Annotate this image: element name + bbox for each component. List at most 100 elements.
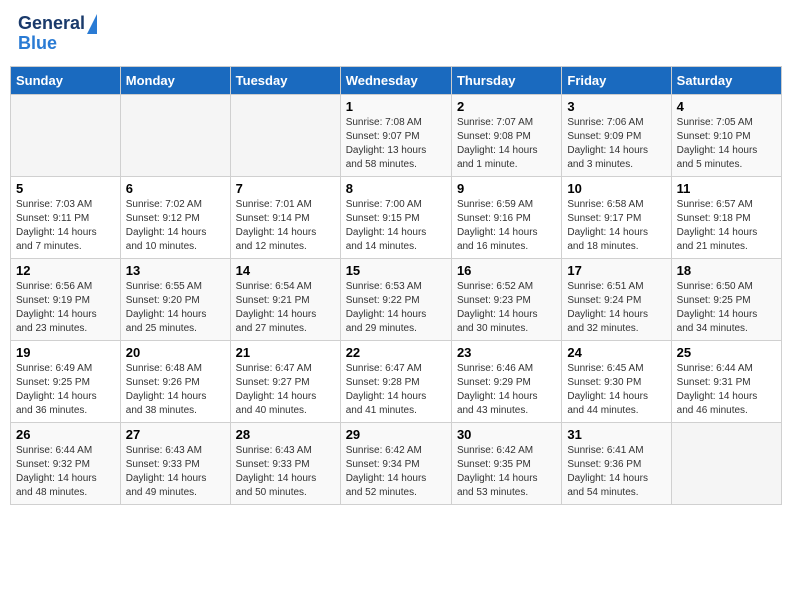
logo: General Blue (18, 14, 97, 54)
day-info: Sunrise: 6:53 AM Sunset: 9:22 PM Dayligh… (346, 280, 446, 336)
day-header-tuesday: Tuesday (230, 66, 340, 94)
calendar-cell: 23 Sunrise: 6:46 AM Sunset: 9:29 PM Dayli… (451, 340, 561, 422)
day-number: 21 (236, 345, 335, 360)
day-info: Sunrise: 6:57 AM Sunset: 9:18 PM Dayligh… (677, 198, 776, 254)
calendar-cell (230, 94, 340, 176)
calendar-cell: 4 Sunrise: 7:05 AM Sunset: 9:10 PM Daylig… (671, 94, 781, 176)
day-number: 18 (677, 263, 776, 278)
calendar-header: SundayMondayTuesdayWednesdayThursdayFrid… (11, 66, 782, 94)
calendar-cell: 29Sunrise: 6:42 AM Sunset: 9:34 PM Dayli… (340, 422, 451, 504)
day-number: 24 (567, 345, 665, 360)
day-number: 15 (346, 263, 446, 278)
day-number: 30 (457, 427, 556, 442)
calendar-cell: 21 Sunrise: 6:47 AM Sunset: 9:27 PM Dayli… (230, 340, 340, 422)
calendar-cell: 20 Sunrise: 6:48 AM Sunset: 9:26 PM Dayli… (120, 340, 230, 422)
calendar-cell: 22Sunrise: 6:47 AM Sunset: 9:28 PM Dayli… (340, 340, 451, 422)
day-number: 10 (567, 181, 665, 196)
day-info: Sunrise: 7:02 AM Sunset: 9:12 PM Dayligh… (126, 198, 225, 254)
day-info: Sunrise: 6:58 AM Sunset: 9:17 PM Dayligh… (567, 198, 665, 254)
day-number: 28 (236, 427, 335, 442)
calendar-cell: 14 Sunrise: 6:54 AM Sunset: 9:21 PM Dayli… (230, 258, 340, 340)
day-number: 22 (346, 345, 446, 360)
calendar-cell: 28 Sunrise: 6:43 AM Sunset: 9:33 PM Dayli… (230, 422, 340, 504)
day-info: Sunrise: 7:05 AM Sunset: 9:10 PM Dayligh… (677, 116, 776, 172)
day-info: Sunrise: 6:43 AM Sunset: 9:33 PM Dayligh… (126, 444, 225, 500)
day-info: Sunrise: 6:50 AM Sunset: 9:25 PM Dayligh… (677, 280, 776, 336)
day-info: Sunrise: 7:01 AM Sunset: 9:14 PM Dayligh… (236, 198, 335, 254)
day-info: Sunrise: 7:00 AM Sunset: 9:15 PM Dayligh… (346, 198, 446, 254)
day-header-saturday: Saturday (671, 66, 781, 94)
week-row-1: 1Sunrise: 7:08 AM Sunset: 9:07 PM Daylig… (11, 94, 782, 176)
logo-text-general: General (18, 14, 85, 34)
day-number: 5 (16, 181, 115, 196)
day-info: Sunrise: 6:49 AM Sunset: 9:25 PM Dayligh… (16, 362, 115, 418)
day-info: Sunrise: 6:55 AM Sunset: 9:20 PM Dayligh… (126, 280, 225, 336)
calendar-cell: 16Sunrise: 6:52 AM Sunset: 9:23 PM Dayli… (451, 258, 561, 340)
day-number: 25 (677, 345, 776, 360)
week-row-5: 26 Sunrise: 6:44 AM Sunset: 9:32 PM Dayli… (11, 422, 782, 504)
day-number: 9 (457, 181, 556, 196)
calendar-cell: 7 Sunrise: 7:01 AM Sunset: 9:14 PM Daylig… (230, 176, 340, 258)
day-info: Sunrise: 6:43 AM Sunset: 9:33 PM Dayligh… (236, 444, 335, 500)
calendar-cell: 12 Sunrise: 6:56 AM Sunset: 9:19 PM Dayli… (11, 258, 121, 340)
day-number: 2 (457, 99, 556, 114)
calendar-cell (120, 94, 230, 176)
calendar-cell: 27 Sunrise: 6:43 AM Sunset: 9:33 PM Dayli… (120, 422, 230, 504)
day-info: Sunrise: 6:48 AM Sunset: 9:26 PM Dayligh… (126, 362, 225, 418)
day-number: 7 (236, 181, 335, 196)
day-info: Sunrise: 6:51 AM Sunset: 9:24 PM Dayligh… (567, 280, 665, 336)
day-info: Sunrise: 6:52 AM Sunset: 9:23 PM Dayligh… (457, 280, 556, 336)
calendar-cell: 8Sunrise: 7:00 AM Sunset: 9:15 PM Daylig… (340, 176, 451, 258)
day-info: Sunrise: 6:44 AM Sunset: 9:32 PM Dayligh… (16, 444, 115, 500)
day-info: Sunrise: 6:45 AM Sunset: 9:30 PM Dayligh… (567, 362, 665, 418)
day-info: Sunrise: 6:56 AM Sunset: 9:19 PM Dayligh… (16, 280, 115, 336)
day-number: 6 (126, 181, 225, 196)
week-row-2: 5 Sunrise: 7:03 AM Sunset: 9:11 PM Daylig… (11, 176, 782, 258)
calendar-cell: 1Sunrise: 7:08 AM Sunset: 9:07 PM Daylig… (340, 94, 451, 176)
day-header-friday: Friday (562, 66, 671, 94)
day-number: 4 (677, 99, 776, 114)
day-info: Sunrise: 6:46 AM Sunset: 9:29 PM Dayligh… (457, 362, 556, 418)
week-row-4: 19 Sunrise: 6:49 AM Sunset: 9:25 PM Dayli… (11, 340, 782, 422)
calendar-cell: 31 Sunrise: 6:41 AM Sunset: 9:36 PM Dayli… (562, 422, 671, 504)
day-number: 11 (677, 181, 776, 196)
day-number: 3 (567, 99, 665, 114)
calendar-cell: 15 Sunrise: 6:53 AM Sunset: 9:22 PM Dayli… (340, 258, 451, 340)
logo-text-blue: Blue (18, 34, 57, 54)
day-number: 23 (457, 345, 556, 360)
day-header-wednesday: Wednesday (340, 66, 451, 94)
day-header-sunday: Sunday (11, 66, 121, 94)
day-number: 1 (346, 99, 446, 114)
day-info: Sunrise: 6:59 AM Sunset: 9:16 PM Dayligh… (457, 198, 556, 254)
day-info: Sunrise: 6:47 AM Sunset: 9:27 PM Dayligh… (236, 362, 335, 418)
day-number: 12 (16, 263, 115, 278)
logo-triangle-icon (87, 14, 97, 34)
calendar-body: 1Sunrise: 7:08 AM Sunset: 9:07 PM Daylig… (11, 94, 782, 504)
day-header-monday: Monday (120, 66, 230, 94)
day-number: 17 (567, 263, 665, 278)
day-number: 14 (236, 263, 335, 278)
calendar-table: SundayMondayTuesdayWednesdayThursdayFrid… (10, 66, 782, 505)
day-number: 13 (126, 263, 225, 278)
page-header: General Blue (10, 10, 782, 58)
day-info: Sunrise: 6:41 AM Sunset: 9:36 PM Dayligh… (567, 444, 665, 500)
day-info: Sunrise: 7:03 AM Sunset: 9:11 PM Dayligh… (16, 198, 115, 254)
calendar-cell: 11 Sunrise: 6:57 AM Sunset: 9:18 PM Dayli… (671, 176, 781, 258)
day-number: 20 (126, 345, 225, 360)
day-number: 31 (567, 427, 665, 442)
calendar-cell: 24 Sunrise: 6:45 AM Sunset: 9:30 PM Dayli… (562, 340, 671, 422)
day-info: Sunrise: 6:54 AM Sunset: 9:21 PM Dayligh… (236, 280, 335, 336)
day-number: 26 (16, 427, 115, 442)
calendar-cell: 2 Sunrise: 7:07 AM Sunset: 9:08 PM Daylig… (451, 94, 561, 176)
day-info: Sunrise: 7:07 AM Sunset: 9:08 PM Dayligh… (457, 116, 556, 172)
day-number: 29 (346, 427, 446, 442)
calendar-cell: 9 Sunrise: 6:59 AM Sunset: 9:16 PM Daylig… (451, 176, 561, 258)
day-info: Sunrise: 7:06 AM Sunset: 9:09 PM Dayligh… (567, 116, 665, 172)
calendar-cell: 30 Sunrise: 6:42 AM Sunset: 9:35 PM Dayli… (451, 422, 561, 504)
day-info: Sunrise: 6:42 AM Sunset: 9:35 PM Dayligh… (457, 444, 556, 500)
calendar-cell: 13 Sunrise: 6:55 AM Sunset: 9:20 PM Dayli… (120, 258, 230, 340)
calendar-cell: 26 Sunrise: 6:44 AM Sunset: 9:32 PM Dayli… (11, 422, 121, 504)
day-number: 19 (16, 345, 115, 360)
calendar-cell: 10 Sunrise: 6:58 AM Sunset: 9:17 PM Dayli… (562, 176, 671, 258)
day-number: 27 (126, 427, 225, 442)
